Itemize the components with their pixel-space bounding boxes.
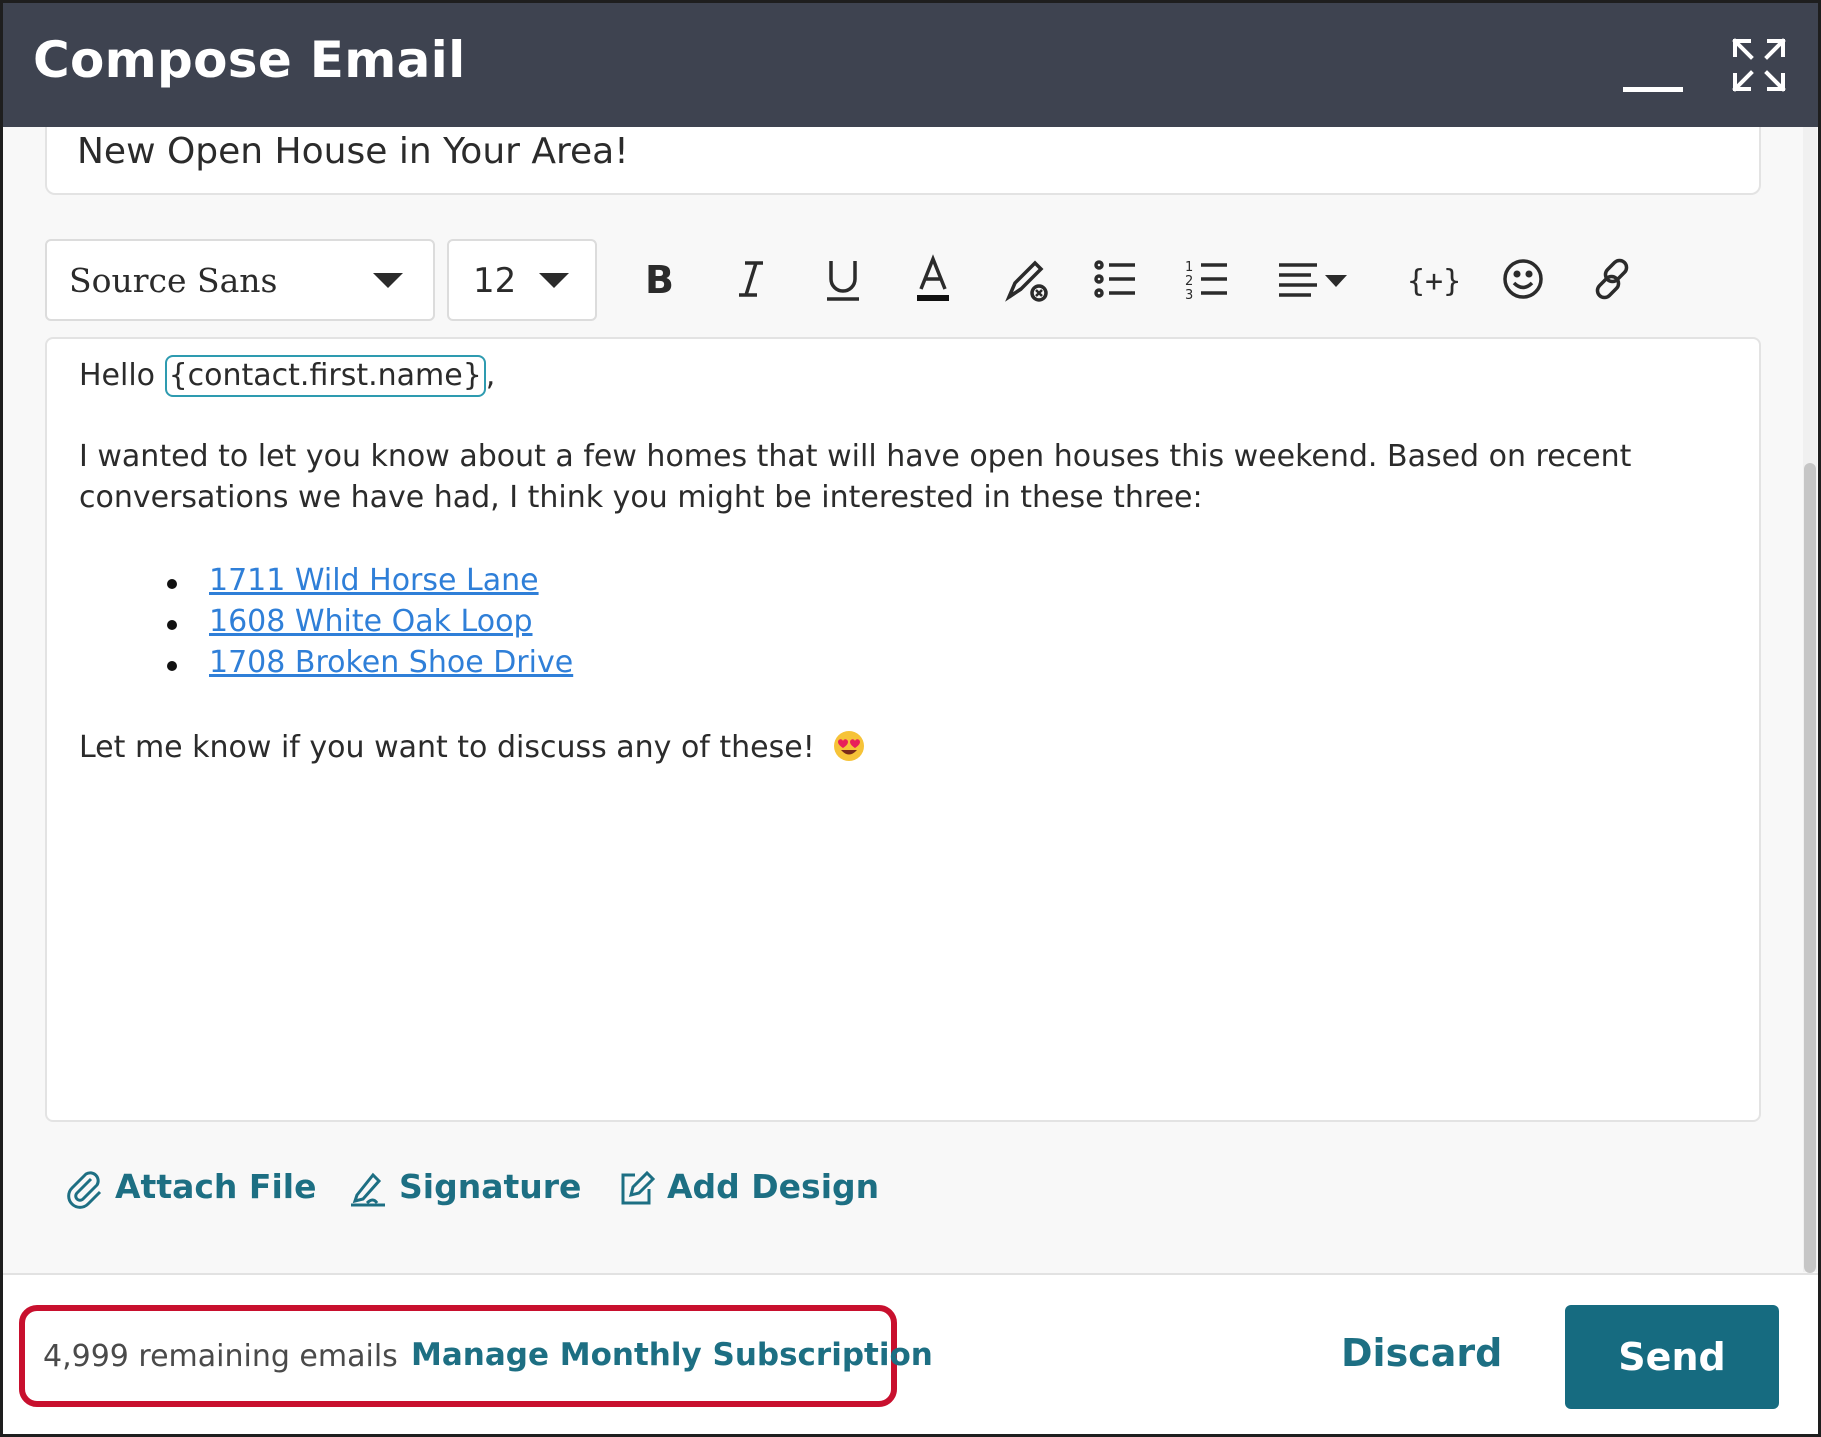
subject-text: New Open House in Your Area! <box>77 131 629 172</box>
chevron-down-icon <box>539 273 569 288</box>
link-icon[interactable] <box>1583 249 1643 309</box>
add-design-button[interactable]: Add Design <box>615 1163 879 1213</box>
svg-text:2: 2 <box>1185 274 1193 289</box>
send-button[interactable]: Send <box>1565 1305 1779 1409</box>
bullet-marker <box>167 579 177 589</box>
svg-text:B: B <box>645 258 674 302</box>
compose-email-window: Compose Email New Open House in Your Are… <box>0 0 1821 1437</box>
attach-file-button[interactable]: Attach File <box>63 1163 316 1213</box>
scrollbar-thumb[interactable] <box>1804 463 1816 1273</box>
expand-icon[interactable] <box>1729 35 1789 95</box>
edit-square-icon <box>621 1170 656 1205</box>
greeting-line: Hello {contact.first.name}, <box>79 355 495 397</box>
manage-subscription-link[interactable]: Manage Monthly Subscription <box>411 1337 933 1373</box>
emoji-icon[interactable] <box>1493 249 1553 309</box>
closing-text: Let me know if you want to discuss any o… <box>79 730 815 765</box>
paragraph-line: I wanted to let you know about a few hom… <box>79 439 1632 474</box>
paperclip-icon <box>67 1171 102 1209</box>
chevron-down-icon <box>373 273 403 288</box>
attach-file-label: Attach File <box>115 1167 317 1206</box>
address-link[interactable]: 1708 Broken Shoe Drive <box>209 645 573 680</box>
greeting-text: Hello <box>79 358 165 393</box>
svg-text:1: 1 <box>1185 260 1193 275</box>
paragraph-line: conversations we have had, I think you m… <box>79 480 1203 515</box>
font-size-select[interactable]: 12 <box>447 239 597 321</box>
minimize-icon[interactable] <box>1621 55 1685 95</box>
add-design-label: Add Design <box>667 1167 880 1206</box>
bullet-marker <box>167 661 177 671</box>
discard-button[interactable]: Discard <box>1341 1331 1502 1375</box>
signature-pen-icon <box>351 1172 385 1207</box>
subject-field[interactable]: New Open House in Your Area! <box>45 127 1761 195</box>
email-body-editor[interactable]: Hello {contact.first.name}, I wanted to … <box>45 337 1761 1122</box>
remaining-emails-count: 4,999 remaining emails <box>43 1339 398 1374</box>
bullet-marker <box>167 620 177 630</box>
signature-label: Signature <box>399 1167 582 1206</box>
italic-icon[interactable] <box>721 249 781 309</box>
align-icon[interactable] <box>1271 249 1355 309</box>
svg-text:3: 3 <box>1185 288 1193 303</box>
numbered-list-icon[interactable]: 123 <box>1177 249 1237 309</box>
font-family-value: Source Sans <box>69 261 278 300</box>
font-color-icon[interactable] <box>903 249 963 309</box>
clear-format-icon[interactable] <box>995 249 1055 309</box>
address-link[interactable]: 1711 Wild Horse Lane <box>209 563 539 598</box>
underline-icon[interactable] <box>813 249 873 309</box>
signature-button[interactable]: Signature <box>347 1163 581 1213</box>
font-family-select[interactable]: Source Sans <box>45 239 435 321</box>
closing-line: Let me know if you want to discuss any o… <box>79 729 866 765</box>
window-title: Compose Email <box>33 31 466 89</box>
heart-eyes-emoji-icon <box>832 729 866 763</box>
svg-text:{+}: {+} <box>1407 264 1461 299</box>
merge-field-icon[interactable]: {+} <box>1401 249 1461 309</box>
bullet-list-icon[interactable] <box>1085 249 1145 309</box>
address-link[interactable]: 1608 White Oak Loop <box>209 604 533 639</box>
merge-field-token[interactable]: {contact.first.name} <box>164 355 486 397</box>
bold-icon[interactable]: B <box>631 249 691 309</box>
font-size-value: 12 <box>473 261 517 301</box>
greeting-suffix: , <box>485 358 496 393</box>
window-header: Compose Email <box>3 3 1818 127</box>
